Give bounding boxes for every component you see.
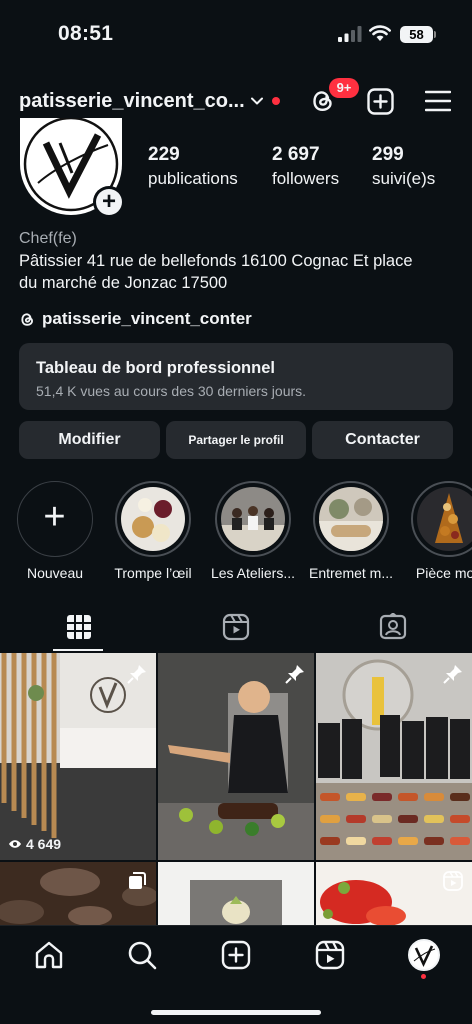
eye-icon bbox=[9, 840, 21, 848]
tab-grid-icon[interactable] bbox=[65, 613, 93, 641]
home-indicator bbox=[151, 1010, 321, 1015]
clock: 08:51 bbox=[58, 22, 114, 45]
bottom-navigation bbox=[0, 925, 472, 1024]
reel-icon bbox=[443, 871, 463, 891]
grid-post[interactable] bbox=[316, 862, 472, 925]
threads-profile-link[interactable]: patisserie_vincent_conter bbox=[19, 308, 252, 330]
stat-publications[interactable]: 229 publications bbox=[148, 144, 238, 189]
bio-line: Pâtissier 41 rue de bellefonds 16100 Cog… bbox=[19, 252, 413, 270]
grid-post[interactable] bbox=[316, 653, 472, 860]
stat-label: suivi(e)s bbox=[372, 169, 436, 188]
highlight-new[interactable]: + Nouveau bbox=[10, 481, 100, 581]
grid-post[interactable] bbox=[158, 862, 314, 925]
chevron-down-icon[interactable] bbox=[250, 94, 264, 108]
highlight-cover bbox=[221, 487, 285, 551]
dashboard-title: Tableau de bord professionnel bbox=[36, 359, 275, 377]
tab-tagged-icon[interactable] bbox=[379, 613, 407, 641]
threads-icon bbox=[21, 312, 33, 326]
highlight-item[interactable]: Entremet m... bbox=[306, 481, 396, 581]
highlight-cover bbox=[121, 487, 185, 551]
highlight-ring bbox=[411, 481, 472, 557]
menu-icon[interactable] bbox=[425, 90, 451, 112]
add-story-button[interactable]: + bbox=[93, 186, 125, 218]
highlight-label: Trompe l’œil bbox=[114, 565, 192, 581]
notification-badge: 9+ bbox=[329, 78, 359, 98]
grid-post[interactable] bbox=[0, 862, 156, 925]
stat-followers[interactable]: 2 697 followers bbox=[272, 144, 339, 189]
view-count: 4 649 bbox=[8, 836, 61, 852]
reels-icon[interactable] bbox=[315, 940, 345, 970]
wifi-icon bbox=[369, 25, 391, 41]
pinned-icon bbox=[443, 665, 462, 684]
plus-icon: + bbox=[96, 189, 122, 215]
contact-button[interactable]: Contacter bbox=[312, 421, 453, 459]
pinned-icon bbox=[127, 665, 146, 684]
account-switcher-username[interactable]: patisserie_vincent_co... bbox=[19, 90, 245, 113]
highlight-label: Nouveau bbox=[26, 565, 84, 581]
view-count-value: 4 649 bbox=[26, 836, 62, 852]
highlight-item[interactable]: Pièce mon bbox=[404, 481, 472, 581]
highlight-ring bbox=[115, 481, 191, 557]
create-icon[interactable] bbox=[367, 88, 394, 115]
profile-category: Chef(fe) bbox=[19, 230, 77, 247]
dashboard-subtitle: 51,4 K vues au cours des 30 derniers jou… bbox=[36, 383, 307, 399]
stat-label: publications bbox=[148, 169, 238, 188]
stat-label: followers bbox=[272, 169, 340, 188]
profile-tab-avatar[interactable] bbox=[408, 939, 440, 971]
highlight-item[interactable]: Trompe l’œil bbox=[108, 481, 198, 581]
status-bar: 08:51 58 bbox=[0, 0, 472, 66]
bio-line: du marché de Jonzac 17500 bbox=[19, 274, 228, 292]
posts-grid: 4 649 bbox=[0, 653, 472, 925]
grid-post[interactable]: 4 649 bbox=[0, 653, 156, 860]
threads-handle: patisserie_vincent_conter bbox=[42, 309, 252, 328]
stat-number: 299 bbox=[372, 144, 404, 165]
tab-reels-icon[interactable] bbox=[222, 613, 250, 641]
stat-number: 229 bbox=[148, 144, 180, 165]
highlight-cover bbox=[319, 487, 383, 551]
highlight-ring bbox=[215, 481, 291, 557]
battery-tip bbox=[434, 31, 436, 38]
plus-icon: + bbox=[43, 496, 66, 538]
highlight-label: Les Ateliers... bbox=[210, 565, 296, 581]
highlight-ring: + bbox=[17, 481, 93, 557]
search-icon[interactable] bbox=[127, 940, 157, 970]
content-tabs bbox=[0, 605, 472, 653]
stat-number: 2 697 bbox=[272, 144, 320, 165]
highlight-item[interactable]: Les Ateliers... bbox=[208, 481, 298, 581]
grid-post[interactable] bbox=[158, 653, 314, 860]
cellular-signal-icon bbox=[338, 26, 362, 42]
edit-profile-button[interactable]: Modifier bbox=[19, 421, 160, 459]
pinned-icon bbox=[285, 665, 304, 684]
share-profile-button[interactable]: Partager le profil bbox=[166, 421, 306, 459]
professional-dashboard-card[interactable]: Tableau de bord professionnel 51,4 K vue… bbox=[19, 343, 453, 410]
battery-indicator: 58 bbox=[400, 26, 433, 43]
carousel-icon bbox=[129, 872, 146, 889]
highlight-label: Entremet m... bbox=[308, 565, 394, 581]
create-post-icon[interactable] bbox=[221, 940, 251, 970]
active-tab-indicator bbox=[53, 649, 103, 651]
profile-notification-dot bbox=[421, 974, 426, 979]
home-icon[interactable] bbox=[34, 940, 64, 970]
highlight-cover bbox=[417, 487, 472, 551]
notification-dot bbox=[272, 97, 280, 105]
highlight-label: Pièce mon bbox=[415, 565, 472, 581]
stat-following[interactable]: 299 suivi(e)s bbox=[372, 144, 435, 189]
highlight-ring bbox=[313, 481, 389, 557]
profile-bio: Pâtissier 41 rue de bellefonds 16100 Cog… bbox=[19, 250, 439, 294]
